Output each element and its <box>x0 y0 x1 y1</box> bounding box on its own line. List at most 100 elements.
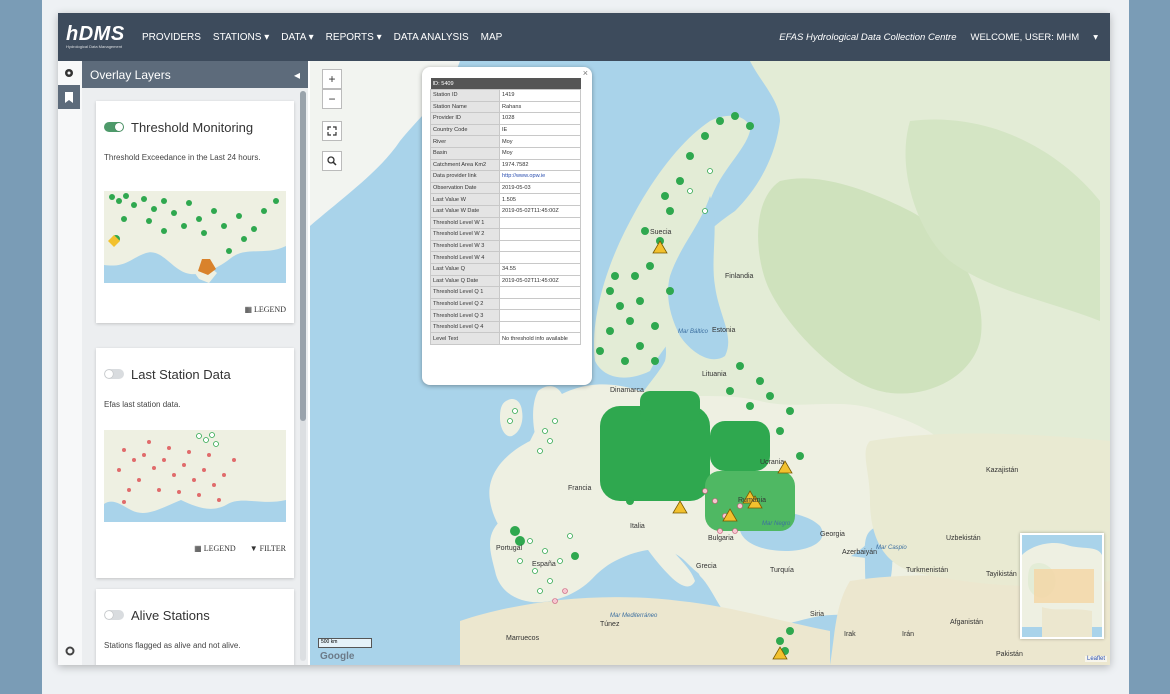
popup-row: Last Value Q 34.55 <box>430 262 581 276</box>
popup-row: Last Value W Date 2019-05-02T11:45:00Z <box>430 204 581 218</box>
popup-field-label: Basin <box>430 146 500 160</box>
popup-field-label: River <box>430 135 500 148</box>
brand-title: hDMS <box>66 23 125 45</box>
country-label: Bulgaria <box>708 535 734 542</box>
layers-rail-button[interactable] <box>58 61 80 85</box>
filter-button[interactable]: ▼ FILTER <box>250 544 286 553</box>
popup-field-label: Threshold Level Q 1 <box>430 286 500 299</box>
layer-actions: ▦ LEGEND ▼ FILTER <box>96 544 294 553</box>
country-label: Siria <box>810 611 825 618</box>
popup-field-label: Station Name <box>430 100 500 114</box>
layer-card-head: Alive Stations <box>96 589 294 641</box>
popup-field-label: Level Text <box>430 332 500 346</box>
last-station-data-toggle[interactable] <box>104 369 124 379</box>
layer-card-threshold-monitoring: Threshold Monitoring Threshold Exceedanc… <box>96 101 294 323</box>
layer-card-head: Last Station Data <box>96 348 294 400</box>
country-label: Suecia <box>650 229 672 236</box>
left-rail <box>58 61 83 665</box>
nav-data[interactable]: DATA ▾ <box>281 32 313 43</box>
popup-row: Threshold Level W 4 <box>430 251 581 264</box>
popup-field-label: Threshold Level W 2 <box>430 228 500 241</box>
layer-title: Last Station Data <box>131 366 231 382</box>
sea-label: Mar Negro <box>762 521 791 527</box>
country-label: Francia <box>568 485 592 492</box>
bookmark-rail-button[interactable] <box>58 85 80 109</box>
popup-row: Catchment Area Km2 1974.7582 <box>430 158 581 172</box>
country-label: Lituania <box>702 371 727 378</box>
popup-row: Provider ID 1028 <box>430 112 581 125</box>
leaflet-attribution-link[interactable]: Leaflet <box>1084 656 1107 662</box>
nav-reports[interactable]: REPORTS ▾ <box>326 32 382 43</box>
collapse-panel-icon[interactable]: ◂ <box>294 68 300 82</box>
country-label: Portugal <box>496 545 523 552</box>
zoom-out-button[interactable]: − <box>322 89 342 109</box>
nav-data-analysis[interactable]: DATA ANALYSIS <box>394 32 469 43</box>
zoom-in-button[interactable]: + <box>322 69 342 89</box>
popup-field-value <box>499 286 581 299</box>
country-label: España <box>532 561 556 568</box>
country-label: Afganistán <box>950 619 984 626</box>
layer-description: Efas last station data. <box>104 400 181 409</box>
country-label: Estonia <box>712 327 736 334</box>
panel-scrollbar[interactable] <box>300 91 306 661</box>
google-logo: Google <box>320 651 355 662</box>
search-icon <box>327 156 337 166</box>
welcome-user[interactable]: WELCOME, USER: MHM <box>970 32 1079 43</box>
layer-card-alive-stations: Alive Stations Stations flagged as alive… <box>96 589 294 665</box>
country-label: Turkmenistán <box>906 567 949 574</box>
centre-name: EFAS Hydrological Data Collection Centre <box>779 31 957 43</box>
scrollbar-thumb[interactable] <box>300 91 306 421</box>
country-label: Finlandia <box>725 273 754 280</box>
popup-field-value <box>499 309 581 322</box>
popup-field-value: 2019-05-03 <box>499 181 581 195</box>
fullscreen-button[interactable] <box>322 121 342 141</box>
popup-field-value[interactable]: http://www.opw.ie <box>499 170 581 183</box>
overlay-layers-header: Overlay Layers ◂ <box>82 61 308 88</box>
popup-field-value: Rahans <box>499 100 581 114</box>
map-view[interactable]: + − Suecia Finlandia Estonia Lituania Di… <box>310 61 1110 665</box>
popup-row: Threshold Level Q 3 <box>430 309 581 322</box>
settings-rail-button[interactable] <box>58 646 82 659</box>
brand[interactable]: hDMS Hydrological Data Management <box>58 24 134 50</box>
popup-row: Last Value W 1.505 <box>430 193 581 206</box>
popup-row: Last Value Q Date 2019-05-02T11:45:00Z <box>430 274 581 288</box>
popup-field-label: Station ID <box>430 89 500 102</box>
threshold-monitoring-toggle[interactable] <box>104 122 124 132</box>
nav-map[interactable]: MAP <box>481 32 503 43</box>
popup-field-label: Last Value Q <box>430 262 500 276</box>
sea-label: Mar Báltico <box>678 329 709 335</box>
popup-field-value: No threshold info available <box>499 332 581 346</box>
user-menu-caret-icon[interactable]: ▾ <box>1093 32 1098 43</box>
popup-field-label: Threshold Level Q 2 <box>430 297 500 311</box>
country-label: Grecia <box>696 563 717 570</box>
popup-field-value: 2019-05-02T11:45:00Z <box>499 274 581 288</box>
popup-close-button[interactable]: × <box>583 68 588 78</box>
popup-field-value: 1419 <box>499 89 581 102</box>
popup-field-label: Threshold Level W 4 <box>430 251 500 264</box>
overview-minimap[interactable] <box>1020 533 1104 639</box>
popup-row: Threshold Level W 3 <box>430 239 581 253</box>
popup-row: Station ID 1419 <box>430 89 581 102</box>
app-window: hDMS Hydrological Data Management PROVID… <box>58 13 1110 665</box>
country-label: Dinamarca <box>610 387 644 394</box>
nav-menu: PROVIDERS STATIONS ▾ DATA ▾ REPORTS ▾ DA… <box>142 32 502 43</box>
layer-description: Threshold Exceedance in the Last 24 hour… <box>104 153 261 162</box>
legend-button[interactable]: ▦ LEGEND <box>244 305 286 314</box>
nav-providers[interactable]: PROVIDERS <box>142 32 201 43</box>
country-label: Irán <box>902 631 915 638</box>
popup-field-value <box>499 297 581 311</box>
popup-field-label: Threshold Level W 1 <box>430 216 500 230</box>
country-label: Kazajistán <box>986 467 1019 474</box>
popup-row: Threshold Level Q 4 <box>430 320 581 334</box>
station-info-table: ID: 5409 Station ID 1419 Station Name Rahan… <box>430 78 581 346</box>
station-popup: × ID: 5409 Station ID 1419 Station Name Rah… <box>422 67 592 385</box>
legend-button[interactable]: ▦ LEGEND <box>194 544 236 553</box>
search-button[interactable] <box>322 151 342 171</box>
nav-stations[interactable]: STATIONS ▾ <box>213 32 269 43</box>
popup-row: Threshold Level Q 2 <box>430 297 581 311</box>
alive-stations-toggle[interactable] <box>104 610 124 620</box>
popup-field-value: 2019-05-02T11:45:00Z <box>499 204 581 218</box>
gear-icon <box>65 646 75 656</box>
layer-title: Threshold Monitoring <box>131 119 254 135</box>
country-label: Italia <box>630 523 645 530</box>
